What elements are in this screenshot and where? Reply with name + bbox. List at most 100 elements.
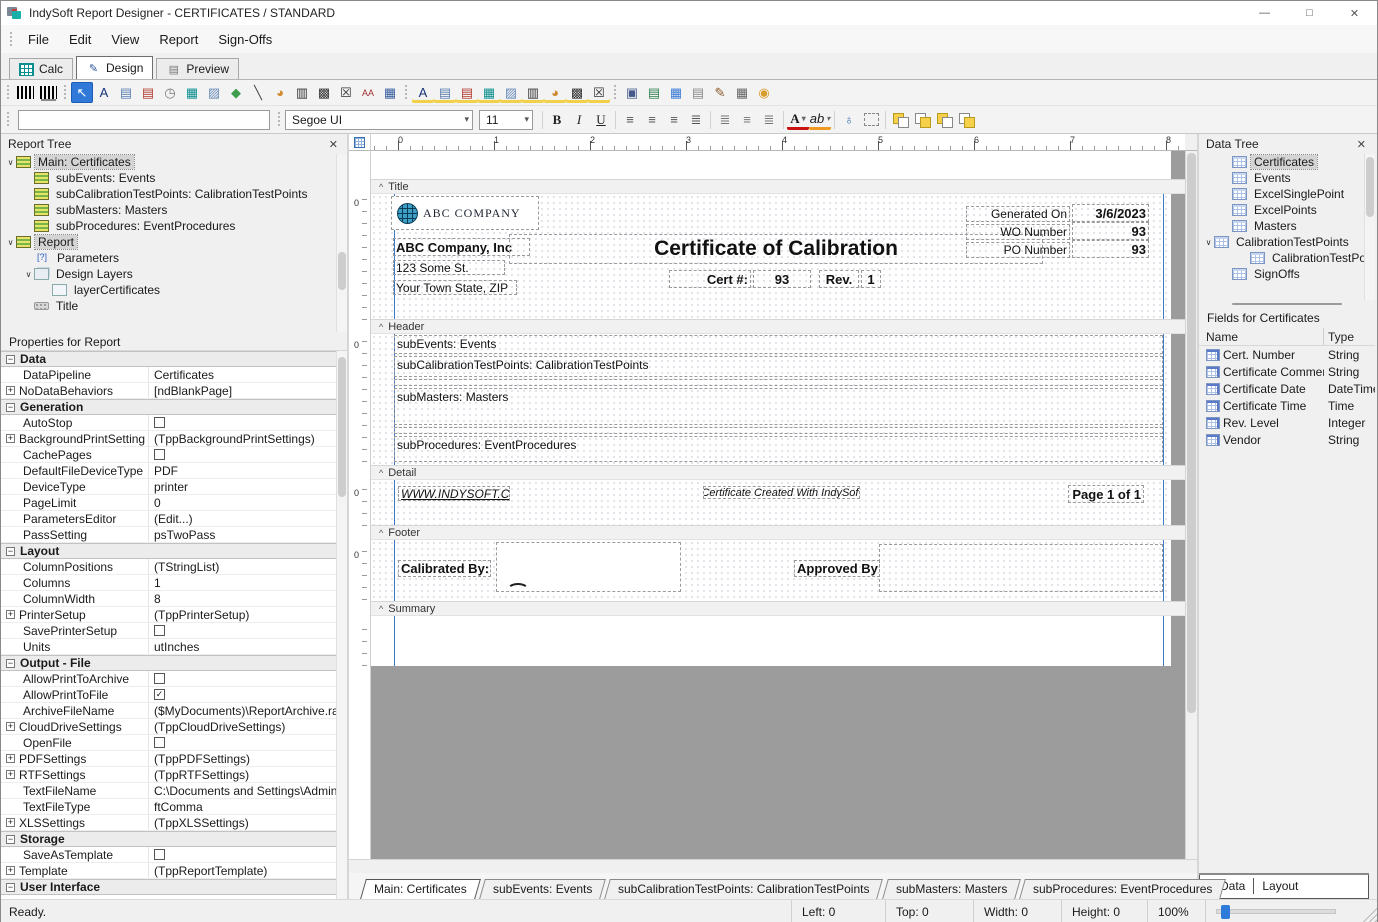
property-row[interactable]: AllowPrintToArchive bbox=[1, 671, 336, 687]
property-row[interactable]: DeviceTypeprinter bbox=[1, 479, 336, 495]
property-row[interactable]: PassSettingpsTwoPass bbox=[1, 527, 336, 543]
property-row[interactable]: ColumnWidth8 bbox=[1, 591, 336, 607]
map-tool-icon[interactable]: ◉ bbox=[753, 82, 775, 103]
property-row[interactable]: CachePages bbox=[1, 447, 336, 463]
property-value[interactable]: (TppCloudDriveSettings) bbox=[149, 720, 336, 734]
report-tree-scrollbar[interactable] bbox=[336, 154, 347, 332]
align-right-button[interactable]: ≡ bbox=[663, 109, 685, 130]
subreport-placeholder[interactable]: subProcedures: EventProcedures bbox=[394, 436, 1163, 462]
property-value[interactable]: 0 bbox=[149, 496, 336, 510]
zoom-slider[interactable] bbox=[1216, 909, 1336, 914]
vertical-ruler[interactable]: 0 0 0 0 bbox=[349, 151, 371, 859]
tree-item[interactable]: subProcedures: EventProcedures bbox=[1, 218, 336, 234]
chart-tool-icon[interactable]: ◕ bbox=[269, 82, 291, 103]
fields-column-type[interactable]: Type bbox=[1324, 330, 1375, 344]
band-header-summary[interactable]: ^Summary bbox=[371, 601, 1185, 616]
property-row[interactable]: ColumnPositions(TStringList) bbox=[1, 559, 336, 575]
db-image-tool-icon[interactable]: ▨ bbox=[500, 82, 522, 103]
property-value[interactable] bbox=[149, 625, 336, 636]
property-row[interactable]: TextFileTypeftComma bbox=[1, 799, 336, 815]
property-group[interactable]: −Data bbox=[1, 351, 336, 367]
field-row[interactable]: Certificate TimeTime bbox=[1199, 397, 1375, 414]
field-row[interactable]: Certificate CommentString bbox=[1199, 363, 1375, 380]
wo-number-value[interactable]: 93 bbox=[1072, 222, 1149, 240]
tree-item[interactable]: Title bbox=[1, 298, 336, 314]
report-tree-close-icon[interactable]: ✕ bbox=[327, 138, 340, 151]
property-value[interactable]: utInches bbox=[149, 640, 336, 654]
property-group[interactable]: −Storage bbox=[1, 831, 336, 847]
band-header-title[interactable]: ^Title bbox=[371, 179, 1185, 194]
summary-band[interactable] bbox=[371, 616, 1171, 666]
property-group[interactable]: −Layout bbox=[1, 543, 336, 559]
rotated-text-tool-icon[interactable]: AA bbox=[357, 82, 379, 103]
minimize-button[interactable]: — bbox=[1242, 1, 1287, 25]
property-row[interactable]: +PrinterSetup(TppPrinterSetup) bbox=[1, 607, 336, 623]
db-richtext-tool-icon[interactable]: ▤ bbox=[456, 82, 478, 103]
bold-button[interactable]: B bbox=[546, 109, 568, 130]
table-tool-icon[interactable]: ▦ bbox=[731, 82, 753, 103]
calibrated-by-label[interactable]: Calibrated By: bbox=[398, 560, 491, 577]
valign-bottom-button[interactable]: ≣ bbox=[758, 109, 780, 130]
wo-number-label[interactable]: WO Number bbox=[966, 224, 1070, 240]
property-value[interactable]: PDF bbox=[149, 464, 336, 478]
subreport-placeholder[interactable]: subMasters: Masters bbox=[394, 388, 1163, 425]
fields-column-name[interactable]: Name bbox=[1206, 328, 1324, 345]
expand-icon[interactable]: + bbox=[6, 818, 15, 827]
property-value[interactable]: (TppXLSSettings) bbox=[149, 816, 336, 830]
cert-number-value[interactable]: 93 bbox=[753, 270, 811, 288]
expand-icon[interactable]: + bbox=[6, 386, 15, 395]
font-color-button[interactable]: A▾ bbox=[787, 112, 809, 130]
subreport-placeholder[interactable] bbox=[394, 379, 1163, 386]
collapse-icon[interactable]: − bbox=[6, 547, 15, 556]
tree-item[interactable]: subMasters: Masters bbox=[1, 202, 336, 218]
resize-grip[interactable] bbox=[1361, 907, 1377, 922]
subreport-placeholder[interactable]: subEvents: Events bbox=[394, 335, 1163, 354]
expander-icon[interactable]: ∨ bbox=[1203, 238, 1214, 247]
panel-tab-layout[interactable]: Layout bbox=[1254, 878, 1306, 894]
maximize-button[interactable]: □ bbox=[1287, 1, 1332, 25]
band-header-header[interactable]: ^Header bbox=[371, 319, 1185, 334]
tree-item[interactable]: ∨Report bbox=[1, 234, 336, 250]
expand-icon[interactable]: + bbox=[6, 754, 15, 763]
align-justify-button[interactable]: ≣ bbox=[685, 109, 707, 130]
region-tool-icon[interactable]: ▣ bbox=[621, 82, 643, 103]
align-left-button[interactable]: ≡ bbox=[619, 109, 641, 130]
data-tree-splitter[interactable] bbox=[1199, 300, 1375, 307]
property-row[interactable]: +Template(TppReportTemplate) bbox=[1, 863, 336, 879]
property-value[interactable]: (TStringList) bbox=[149, 560, 336, 574]
property-value[interactable]: ($MyDocuments)\ReportArchive.raf bbox=[149, 704, 336, 718]
field-row[interactable]: Rev. LevelInteger bbox=[1199, 414, 1375, 431]
approved-by-label[interactable]: Approved By: bbox=[794, 560, 880, 577]
website-label[interactable]: WWW.INDYSOFT.COM bbox=[398, 486, 510, 501]
property-value[interactable]: (Edit...) bbox=[149, 512, 336, 526]
property-row[interactable]: TextFileNameC:\Documents and Settings\Ad… bbox=[1, 783, 336, 799]
expander-icon[interactable]: ∨ bbox=[5, 238, 16, 247]
tree-item[interactable]: ∨Design Layers bbox=[1, 266, 336, 282]
property-value[interactable] bbox=[149, 417, 336, 428]
property-value[interactable]: (TppPrinterSetup) bbox=[149, 608, 336, 622]
horizontal-ruler[interactable]: 012345678 bbox=[371, 134, 1185, 151]
tree-item[interactable]: ∨CalibrationTestPoints bbox=[1199, 234, 1364, 250]
checkbox-unchecked-icon[interactable] bbox=[154, 449, 165, 460]
checkbox-checked-icon[interactable]: ✓ bbox=[154, 689, 165, 700]
company-address2-label[interactable]: Your Town State, ZIP bbox=[393, 280, 517, 295]
property-row[interactable]: ParametersEditor(Edit...) bbox=[1, 511, 336, 527]
property-value[interactable] bbox=[149, 673, 336, 684]
property-value[interactable]: psTwoPass bbox=[149, 528, 336, 542]
property-row[interactable]: +NoDataBehaviors[ndBlankPage] bbox=[1, 383, 336, 399]
bring-to-front-button[interactable] bbox=[889, 109, 911, 130]
tab-calc[interactable]: Calc bbox=[9, 58, 73, 79]
property-value[interactable]: ✓ bbox=[149, 689, 336, 700]
checkbox-unchecked-icon[interactable] bbox=[154, 673, 165, 684]
tree-item[interactable]: ∨Main: Certificates bbox=[1, 154, 336, 170]
property-value[interactable]: [ndBlankPage] bbox=[149, 384, 336, 398]
property-group[interactable]: −Output - File bbox=[1, 655, 336, 671]
zoom-slider-thumb[interactable] bbox=[1221, 905, 1230, 919]
collapse-icon[interactable]: − bbox=[6, 883, 15, 892]
property-value[interactable]: ftComma bbox=[149, 800, 336, 814]
tree-item[interactable]: Events bbox=[1199, 170, 1364, 186]
rev-value[interactable]: 1 bbox=[861, 270, 881, 288]
collapse-icon[interactable]: − bbox=[6, 659, 15, 668]
tree-item[interactable]: subCalibrationTestPoints: CalibrationTes… bbox=[1, 186, 336, 202]
band-header-footer[interactable]: ^Footer bbox=[371, 525, 1185, 540]
